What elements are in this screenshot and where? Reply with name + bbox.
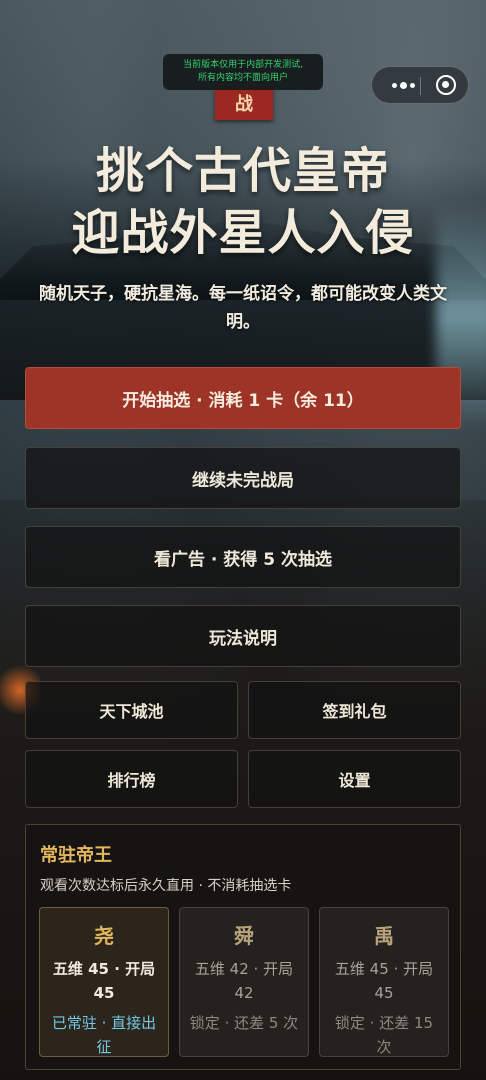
dev-notice: 当前版本仅用于内部开发测试, 所有内容均不面向用户 — [163, 54, 323, 90]
panel-description: 观看次数达标后永久直用 · 不消耗抽选卡 — [40, 878, 292, 894]
dev-notice-line1: 当前版本仅用于内部开发测试, — [183, 60, 303, 70]
page-subtitle: 随机天子，硬抗星海。每一纸诏令，都可能改变人类文明。 — [39, 284, 447, 332]
title-line1: 挑个古代皇帝 — [95, 143, 390, 199]
page-title: 挑个古代皇帝 迎战外星人入侵 — [0, 140, 486, 264]
emperor-card-shun[interactable]: 舜 五维 42 · 开局 42 锁定 · 还差 5 次 — [179, 907, 309, 1057]
settings-button[interactable]: 设置 — [248, 750, 461, 808]
capsule-divider — [420, 77, 421, 95]
title-line2: 迎战外星人入侵 — [71, 205, 415, 261]
checkin-gift-button[interactable]: 签到礼包 — [248, 681, 461, 739]
war-seal: 战 — [215, 86, 273, 120]
emperor-status: 已常驻 · 直接出征 — [51, 1014, 157, 1056]
emperor-name: 禹 — [374, 924, 394, 948]
cities-button[interactable]: 天下城池 — [25, 681, 238, 739]
emperor-stats: 五维 42 · 开局 42 — [194, 960, 294, 1002]
panel-title: 常驻帝王 — [40, 845, 112, 866]
emperor-card-yu[interactable]: 禹 五维 45 · 开局 45 锁定 · 还差 15 次 — [319, 907, 449, 1057]
dev-notice-line2: 所有内容均不面向用户 — [197, 73, 288, 83]
start-draw-button[interactable]: 开始抽选 · 消耗 1 卡（余 11） — [25, 367, 461, 429]
emperor-name: 舜 — [234, 924, 254, 948]
emperor-name: 尧 — [94, 924, 114, 948]
mini-program-capsule — [371, 66, 469, 104]
how-to-play-button[interactable]: 玩法说明 — [25, 605, 461, 667]
emperor-stats: 五维 45 · 开局 45 — [334, 960, 434, 1002]
watch-ad-button[interactable]: 看广告 · 获得 5 次抽选 — [25, 526, 461, 588]
leaderboard-button[interactable]: 排行榜 — [25, 750, 238, 808]
resident-emperors-panel: 常驻帝王 观看次数达标后永久直用 · 不消耗抽选卡 尧 五维 45 · 开局 4… — [25, 824, 461, 1070]
continue-game-button[interactable]: 继续未完战局 — [25, 447, 461, 509]
target-circle-icon[interactable] — [436, 75, 456, 95]
emperor-stats: 五维 45 · 开局 45 — [52, 960, 156, 1002]
emperor-card-yao[interactable]: 尧 五维 45 · 开局 45 已常驻 · 直接出征 — [39, 907, 169, 1057]
more-dots-icon[interactable] — [386, 67, 420, 103]
emperor-status: 锁定 · 还差 5 次 — [189, 1014, 299, 1032]
emperor-status: 锁定 · 还差 15 次 — [334, 1014, 434, 1056]
